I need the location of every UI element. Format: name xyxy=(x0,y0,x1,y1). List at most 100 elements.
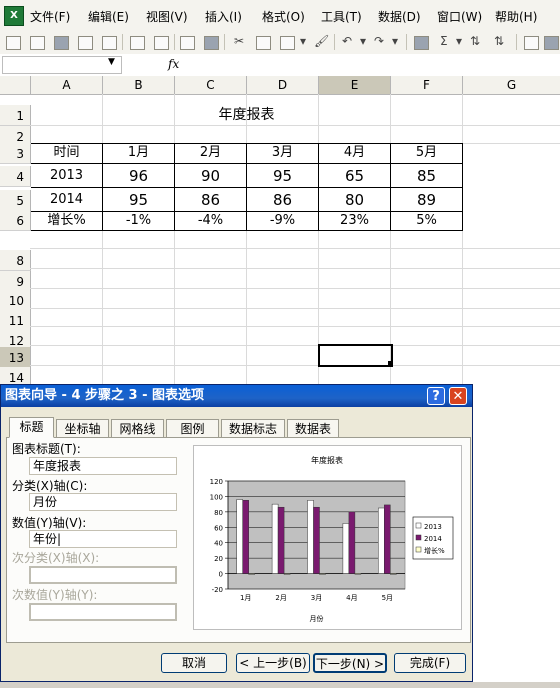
active-cell-e13[interactable] xyxy=(318,344,393,367)
column-header-g[interactable]: G xyxy=(463,76,560,95)
menu-help[interactable]: 帮助(H) xyxy=(495,8,537,25)
table-cell[interactable]: 5% xyxy=(391,211,462,231)
redo-icon[interactable]: ↷ xyxy=(374,34,384,48)
name-box-dropdown-icon[interactable]: ▼ xyxy=(108,57,115,67)
finish-button[interactable]: 完成(F) xyxy=(394,653,466,673)
next-button[interactable]: 下一步(N) > xyxy=(313,653,387,673)
column-header-f[interactable]: F xyxy=(391,76,463,95)
tab-data-labels[interactable]: 数据标志 xyxy=(221,419,285,437)
research-icon[interactable] xyxy=(204,36,219,50)
print-icon[interactable] xyxy=(130,36,145,50)
cancel-button[interactable]: 取消 xyxy=(161,653,227,673)
paste-icon[interactable] xyxy=(280,36,295,50)
menu-view[interactable]: 视图(V) xyxy=(146,8,188,25)
redo-dropdown-icon[interactable]: ▾ xyxy=(392,34,398,48)
table-header-cell[interactable]: 3月 xyxy=(247,143,318,163)
row-header-6[interactable]: 6 xyxy=(0,210,31,231)
chart-title-input[interactable]: 年度报表 xyxy=(29,457,177,475)
dropdown-arrow-icon[interactable]: ▾ xyxy=(300,34,306,48)
help-button[interactable]: ? xyxy=(427,387,445,405)
email-icon[interactable] xyxy=(102,36,117,50)
row-header-4[interactable]: 4 xyxy=(0,166,31,187)
table-cell[interactable]: 95 xyxy=(247,166,318,186)
table-cell[interactable]: 增长% xyxy=(31,211,102,231)
table-cell[interactable]: 86 xyxy=(175,190,246,210)
table-cell[interactable]: 96 xyxy=(103,166,174,186)
table-header-cell[interactable]: 2月 xyxy=(175,143,246,163)
open-icon[interactable] xyxy=(30,36,45,50)
new-icon[interactable] xyxy=(6,36,21,50)
tab-legend[interactable]: 图例 xyxy=(166,419,219,437)
sort-descending-icon[interactable]: ⇅ xyxy=(494,34,504,48)
row-header-10[interactable]: 10 xyxy=(0,290,31,311)
row-header-11[interactable]: 11 xyxy=(0,310,31,331)
table-cell[interactable]: 80 xyxy=(319,190,390,210)
table-cell[interactable]: -1% xyxy=(103,211,174,231)
undo-dropdown-icon[interactable]: ▾ xyxy=(360,34,366,48)
tab-gridlines[interactable]: 网格线 xyxy=(111,419,164,437)
tab-data-table[interactable]: 数据表 xyxy=(287,419,339,437)
permission-icon[interactable] xyxy=(78,36,93,50)
menu-insert[interactable]: 插入(I) xyxy=(205,8,242,25)
row-header-8[interactable]: 8 xyxy=(0,250,31,271)
tab-axes[interactable]: 坐标轴 xyxy=(56,419,109,437)
undo-icon[interactable]: ↶ xyxy=(342,34,352,48)
name-box[interactable] xyxy=(2,56,122,74)
tab-titles[interactable]: 标题 xyxy=(9,417,54,438)
column-header-c[interactable]: C xyxy=(175,76,247,95)
table-cell[interactable]: 2014 xyxy=(31,190,102,210)
fill-handle[interactable] xyxy=(388,361,393,366)
column-header-b[interactable]: B xyxy=(103,76,175,95)
table-cell[interactable]: 86 xyxy=(247,190,318,210)
row-header-3[interactable]: 3 xyxy=(0,143,31,164)
gridline xyxy=(30,345,560,346)
close-button[interactable]: ✕ xyxy=(449,387,467,405)
table-cell[interactable]: 95 xyxy=(103,190,174,210)
column-header-e[interactable]: E xyxy=(319,76,391,95)
row-header-1[interactable]: 1 xyxy=(0,105,31,126)
row-header-9[interactable]: 9 xyxy=(0,271,31,292)
table-header-cell[interactable]: 1月 xyxy=(103,143,174,163)
save-icon[interactable] xyxy=(54,36,69,50)
back-button[interactable]: < 上一步(B) xyxy=(236,653,310,673)
select-all-corner[interactable] xyxy=(0,76,31,95)
menu-data[interactable]: 数据(D) xyxy=(378,8,421,25)
table-cell[interactable]: 90 xyxy=(175,166,246,186)
table-cell[interactable]: 85 xyxy=(391,166,462,186)
print-preview-icon[interactable] xyxy=(154,36,169,50)
dialog-title-bar[interactable]: 图表向导 - 4 步骤之 3 - 图表选项 xyxy=(1,385,472,407)
sort-ascending-icon[interactable]: ⇅ xyxy=(470,34,480,48)
table-cell[interactable]: 65 xyxy=(319,166,390,186)
drawing-icon[interactable] xyxy=(544,36,559,50)
menu-file[interactable]: 文件(F) xyxy=(30,8,70,25)
table-cell[interactable]: 23% xyxy=(319,211,390,231)
column-header-a[interactable]: A xyxy=(31,76,103,95)
cut-icon[interactable]: ✂ xyxy=(234,34,244,48)
menu-window[interactable]: 窗口(W) xyxy=(437,8,482,25)
table-cell[interactable]: 2013 xyxy=(31,166,102,186)
insert-function-icon[interactable]: fx xyxy=(168,57,179,71)
menu-format[interactable]: 格式(O) xyxy=(262,8,305,25)
spelling-icon[interactable] xyxy=(180,36,195,50)
table-cell[interactable]: -9% xyxy=(247,211,318,231)
autosum-icon[interactable]: Σ xyxy=(440,34,448,48)
menu-edit[interactable]: 编辑(E) xyxy=(88,8,129,25)
autosum-dropdown-icon[interactable]: ▾ xyxy=(456,34,462,48)
category-axis-input[interactable]: 月份 xyxy=(29,493,177,511)
column-header-d[interactable]: D xyxy=(247,76,319,95)
copy-icon[interactable] xyxy=(256,36,271,50)
row-header-13[interactable]: 13 xyxy=(0,347,31,368)
format-painter-icon[interactable]: 🖌 xyxy=(314,34,329,48)
menu-tools[interactable]: 工具(T) xyxy=(321,8,362,25)
value-axis-input[interactable]: 年份| xyxy=(29,530,177,548)
row-header-5[interactable]: 5 xyxy=(0,190,31,211)
table-header-cell[interactable]: 4月 xyxy=(319,143,390,163)
table-header-cell[interactable]: 时间 xyxy=(31,143,102,163)
table-cell[interactable]: 89 xyxy=(391,190,462,210)
x-tick-label: 4月 xyxy=(346,594,357,602)
table-header-cell[interactable]: 5月 xyxy=(391,143,462,163)
hyperlink-icon[interactable] xyxy=(414,36,429,50)
chart-wizard-icon[interactable] xyxy=(524,36,539,50)
table-cell[interactable]: -4% xyxy=(175,211,246,231)
excel-app-icon[interactable]: X xyxy=(4,6,24,26)
